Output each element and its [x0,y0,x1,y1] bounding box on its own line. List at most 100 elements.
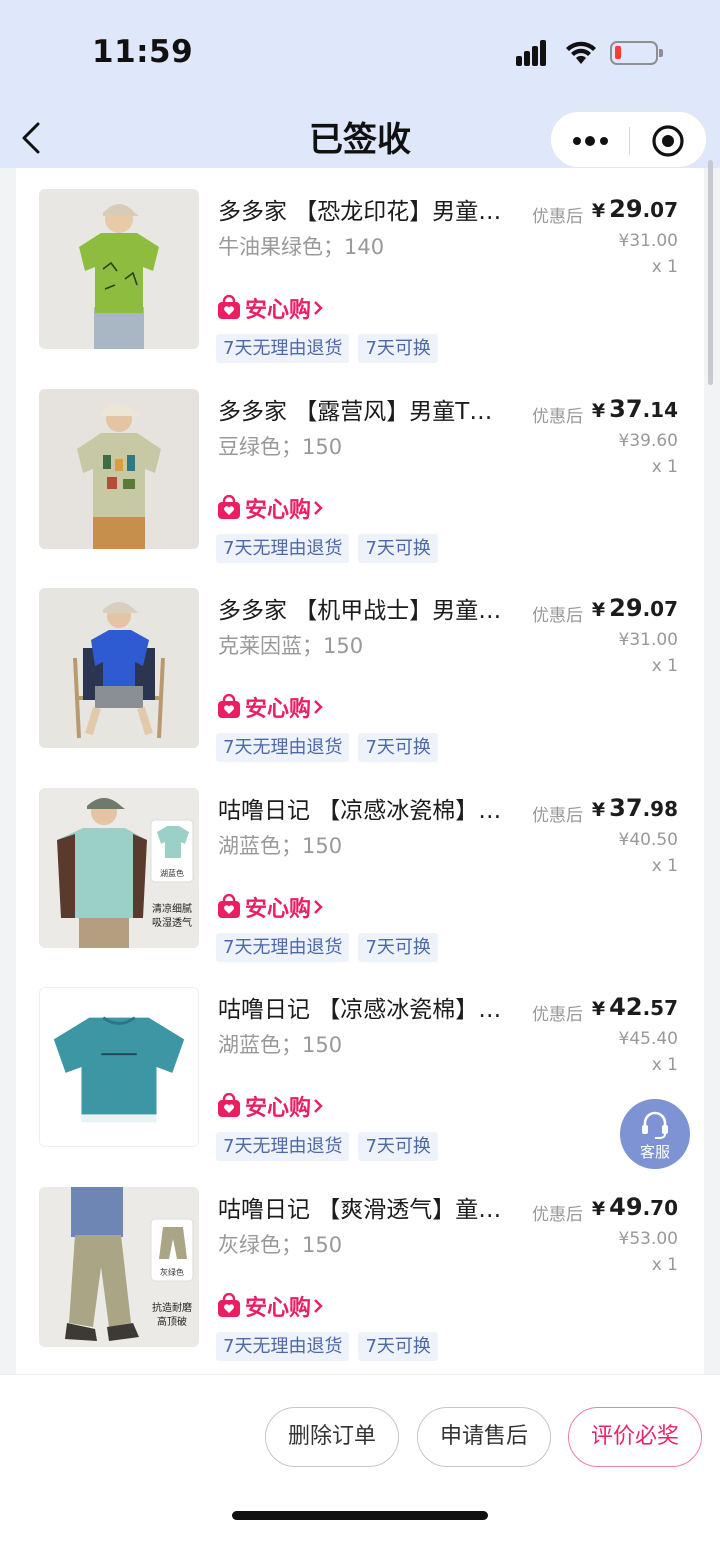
service-tags: 7天无理由退货 7天可换 [216,1132,438,1162]
product-title[interactable]: 多多家 【机甲战士】男童… [218,591,536,625]
more-dots-icon[interactable] [571,127,611,155]
product-spec: 牛油果绿色；140 [218,235,385,259]
service-tags: 7天无理由退货 7天可换 [216,932,438,962]
customer-service-button[interactable]: 客服 [620,1099,690,1169]
chevron-right-icon [314,899,323,914]
product-title[interactable]: 咕噜日记 【凉感冰瓷棉】… [218,990,536,1024]
product-title[interactable]: 咕噜日记 【爽滑透气】童… [218,1190,536,1224]
anxin-badge[interactable]: 安心购 [216,892,328,922]
quantity: x 1 [651,656,678,677]
battery-icon [610,41,663,65]
order-item[interactable]: 咕噜日记 【凉感冰瓷棉】… 湖蓝色；150 优惠后 ¥42.57 ¥45.40 … [16,966,704,1166]
image-feature-2: 高顶破 [157,1315,187,1328]
product-title[interactable]: 多多家 【恐龙印花】男童… [218,192,536,226]
bag-heart-icon [218,893,240,918]
original-price: ¥31.00 [618,231,678,251]
order-item[interactable]: 灰绿色 抗造耐磨 高顶破 咕噜日记 【爽滑透气】童… 灰绿色；150 优惠后 ¥… [16,1166,704,1366]
chevron-right-icon [314,1299,323,1313]
anxin-badge[interactable]: 安心购 [216,1091,328,1121]
anxin-badge[interactable]: 安心购 [216,293,328,323]
quantity: x 1 [651,855,678,876]
product-price: ¥42.57 [591,993,678,1022]
image-feature-1: 清凉细腻 [152,902,192,915]
anxin-badge[interactable]: 安心购 [216,1291,328,1321]
customer-service-label: 客服 [639,1143,670,1161]
anxin-badge[interactable]: 安心购 [216,692,328,722]
product-price: ¥29.07 [591,594,678,623]
product-title[interactable]: 多多家 【露营风】男童T… [218,392,536,426]
original-price: ¥40.50 [618,829,678,850]
delete-order-button[interactable]: 删除订单 [265,1407,399,1467]
service-tags: 7天无理由退货 7天可换 [216,1332,438,1361]
quantity: x 1 [651,456,678,477]
product-price: ¥37.98 [591,793,678,822]
anxin-label: 安心购 [245,1296,312,1321]
tag-exchange: 7天可换 [358,932,438,962]
product-spec: 湖蓝色；150 [218,1033,343,1058]
chevron-right-icon [314,1099,323,1114]
product-spec: 克莱因蓝；150 [218,634,364,659]
product-spec: 豆绿色；150 [218,434,343,459]
chevron-right-icon [314,700,323,715]
anxin-badge[interactable]: 安心购 [216,493,328,523]
product-image[interactable] [39,987,199,1148]
order-item[interactable]: 湖蓝色 清凉细腻 吸湿透气 咕噜日记 【凉感冰瓷棉】… 湖蓝色；150 优惠后 … [16,767,704,967]
tag-return: 7天无理由退货 [216,1332,350,1361]
tag-exchange: 7天可换 [358,1332,438,1361]
tag-return: 7天无理由退货 [216,733,350,763]
product-image[interactable] [39,189,199,349]
bag-heart-icon [218,694,240,719]
bottom-action-bar: 删除订单 申请售后 评价必奖 [0,1374,720,1560]
tag-return: 7天无理由退货 [216,334,350,363]
tag-return: 7天无理由退货 [216,932,350,962]
bag-heart-icon [218,1293,240,1317]
tag-exchange: 7天可换 [358,334,438,363]
product-title[interactable]: 咕噜日记 【凉感冰瓷棉】… [218,791,536,825]
headset-icon [642,1111,668,1139]
tag-exchange: 7天可换 [358,533,438,563]
anxin-label: 安心购 [245,697,312,723]
product-price: ¥49.70 [591,1193,678,1221]
quantity: x 1 [651,1255,678,1275]
original-price: ¥45.40 [618,1029,678,1050]
product-image[interactable]: 灰绿色 抗造耐磨 高顶破 [39,1187,199,1347]
service-tags: 7天无理由退货 7天可换 [216,533,438,563]
quantity: x 1 [651,1055,678,1076]
image-color-label: 湖蓝色 [160,868,184,878]
tag-exchange: 7天可换 [358,733,438,763]
anxin-label: 安心购 [245,497,312,523]
product-image[interactable] [39,388,199,549]
home-indicator[interactable] [232,1511,488,1520]
order-item[interactable]: 多多家 【机甲战士】男童… 克莱因蓝；150 优惠后 ¥29.07 ¥31.00… [16,567,704,767]
anxin-label: 安心购 [245,298,312,323]
product-spec: 灰绿色；150 [218,1233,343,1257]
scrollbar[interactable] [708,160,713,385]
chevron-right-icon [314,301,323,315]
product-price: ¥29.07 [591,195,678,223]
service-tags: 7天无理由退货 7天可换 [216,733,438,763]
review-button[interactable]: 评价必奖 [568,1407,702,1467]
tag-return: 7天无理由退货 [216,533,350,563]
image-feature-1: 抗造耐磨 [152,1301,192,1314]
product-image[interactable]: 湖蓝色 清凉细腻 吸湿透气 [39,787,199,948]
status-time: 11:59 [92,34,194,70]
order-item[interactable]: 多多家 【露营风】男童T… 豆绿色；150 优惠后 ¥37.14 ¥39.60 … [16,368,704,568]
order-item[interactable]: 多多家 【恐龙印花】男童… 牛油果绿色；140 优惠后 ¥29.07 ¥31.0… [16,168,704,368]
tag-return: 7天无理由退货 [216,1132,350,1162]
target-circle-icon[interactable] [650,123,686,159]
anxin-label: 安心购 [245,1096,312,1122]
discount-label: 优惠后 [532,606,583,627]
image-color-label: 灰绿色 [160,1267,184,1277]
bag-heart-icon [218,295,240,319]
service-tags: 7天无理由退货 7天可换 [216,334,438,363]
apply-after-sales-button[interactable]: 申请售后 [417,1407,551,1467]
quantity: x 1 [651,257,678,277]
discount-label: 优惠后 [532,805,583,826]
image-feature-2: 吸湿透气 [152,916,192,929]
original-price: ¥31.00 [618,630,678,651]
mini-program-capsule [550,111,707,168]
bag-heart-icon [218,1093,240,1118]
product-image[interactable] [39,588,199,749]
original-price: ¥39.60 [618,430,678,451]
anxin-label: 安心购 [245,896,312,922]
